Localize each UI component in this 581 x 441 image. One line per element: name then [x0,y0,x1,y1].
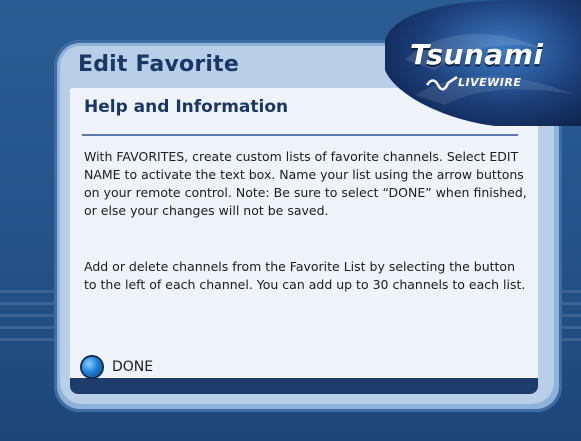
logo-sub-text: LIVEWIRE [458,76,522,89]
page-title: Edit Favorite [78,52,239,77]
logo-main-text: Tsunami [410,38,544,71]
help-paragraph-1: With FAVORITES, create custom lists of f… [84,149,527,218]
heading-divider [82,134,518,136]
done-label: DONE [112,359,154,375]
radio-button-icon[interactable] [82,357,102,377]
panel-bottom-bar [70,378,538,394]
help-content-area [70,88,538,384]
logo-wave-icon [426,75,458,91]
done-button[interactable]: DONE [82,354,153,380]
help-paragraph-2: Add or delete channels from the Favorite… [84,259,526,292]
help-heading: Help and Information [84,97,289,117]
